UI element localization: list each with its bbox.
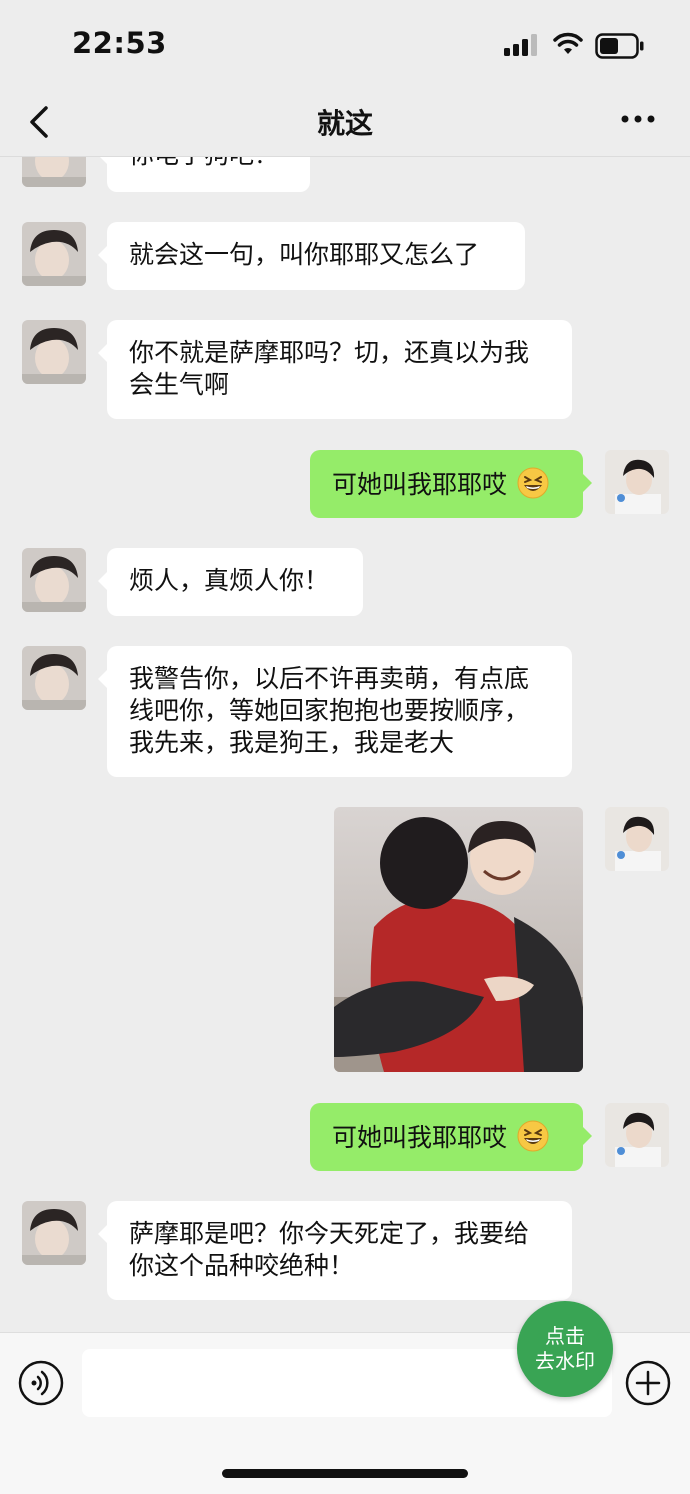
battery-icon bbox=[595, 33, 644, 59]
message-bubble-received[interactable]: 烦人，真烦人你！ bbox=[98, 548, 363, 616]
grinning-squint-emoji-icon bbox=[517, 1120, 549, 1152]
message-bubble-received[interactable]: 你电子狗吧？ bbox=[98, 157, 310, 192]
chat-header: 就这 bbox=[0, 92, 690, 157]
message-text: 烦人，真烦人你！ bbox=[129, 566, 330, 595]
message-bubble-sent[interactable]: 可她叫我耶耶哎 bbox=[310, 1103, 592, 1171]
contact-avatar[interactable] bbox=[22, 646, 86, 710]
message-text: 你电子狗吧？ bbox=[129, 157, 279, 169]
my-avatar[interactable] bbox=[605, 450, 669, 514]
message-text: 可她叫我耶耶哎 bbox=[332, 1123, 508, 1152]
my-avatar[interactable] bbox=[605, 807, 669, 871]
home-indicator bbox=[222, 1469, 468, 1478]
voice-input-icon[interactable] bbox=[18, 1360, 64, 1406]
plus-icon[interactable] bbox=[625, 1360, 671, 1406]
message-bubble-sent[interactable]: 可她叫我耶耶哎 bbox=[310, 450, 592, 518]
chat-title: 就这 bbox=[316, 107, 373, 140]
wifi-icon bbox=[553, 32, 583, 54]
status-bar: 22:53 bbox=[0, 0, 690, 92]
message-text: 我警告你，以后不许再卖萌，有点底线吧你，等她回家抱抱也要按顺序，我先来，我是狗王… bbox=[129, 664, 530, 757]
remove-watermark-label-line2: 去水印 bbox=[535, 1349, 595, 1373]
contact-avatar[interactable] bbox=[22, 1201, 86, 1265]
message-bubble-received[interactable]: 萨摩耶是吧？你今天死定了，我要给你这个品种咬绝种！ bbox=[98, 1201, 572, 1300]
contact-avatar[interactable] bbox=[22, 548, 86, 612]
message-list[interactable]: 你电子狗吧？ 就会这一句，叫你耶耶又怎么了 你不就是萨摩耶吗？切，还真以为我会生… bbox=[0, 157, 690, 1332]
more-options-icon[interactable] bbox=[620, 114, 656, 124]
message-bubble-received[interactable]: 就会这一句，叫你耶耶又怎么了 bbox=[98, 222, 525, 290]
message-bubble-received[interactable]: 你不就是萨摩耶吗？切，还真以为我会生气啊 bbox=[98, 320, 572, 419]
message-text: 可她叫我耶耶哎 bbox=[332, 470, 508, 499]
contact-avatar[interactable] bbox=[22, 157, 86, 187]
remove-watermark-button[interactable]: 点击 去水印 bbox=[517, 1301, 613, 1397]
my-avatar[interactable] bbox=[605, 1103, 669, 1167]
remove-watermark-label-line1: 点击 bbox=[545, 1324, 585, 1348]
message-bubble-received[interactable]: 我警告你，以后不许再卖萌，有点底线吧你，等她回家抱抱也要按顺序，我先来，我是狗王… bbox=[98, 646, 572, 777]
contact-avatar[interactable] bbox=[22, 222, 86, 286]
message-text: 就会这一句，叫你耶耶又怎么了 bbox=[129, 240, 480, 269]
contact-avatar[interactable] bbox=[22, 320, 86, 384]
message-text: 萨摩耶是吧？你今天死定了，我要给你这个品种咬绝种！ bbox=[129, 1219, 530, 1280]
message-text: 你不就是萨摩耶吗？切，还真以为我会生气啊 bbox=[129, 338, 530, 399]
grinning-squint-emoji-icon bbox=[517, 467, 549, 499]
status-time: 22:53 bbox=[72, 26, 167, 60]
cellular-signal-icon bbox=[504, 34, 537, 56]
hug-photo-image[interactable] bbox=[334, 807, 583, 1072]
